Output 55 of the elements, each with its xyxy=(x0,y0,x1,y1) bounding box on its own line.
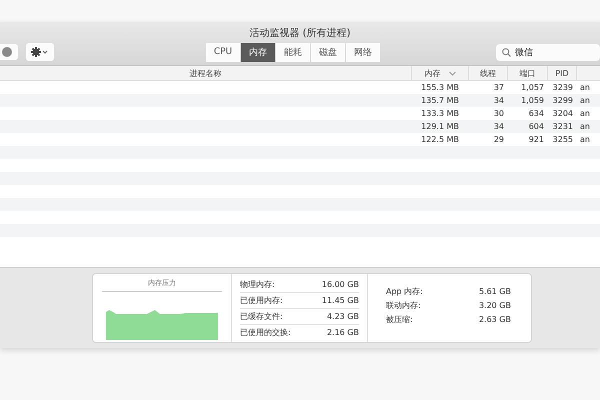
table-cell-text: 3239 xyxy=(552,83,574,92)
table-cell-text: 122.5 MB xyxy=(420,135,460,144)
stat-label: 联动内存: xyxy=(386,300,421,310)
table-cell-text: 34 xyxy=(492,122,505,131)
stat-value: 16.00 GB xyxy=(322,280,359,289)
table-cell-text: 3204 xyxy=(552,109,574,118)
table-cell-text: 133.3 MB xyxy=(420,109,460,118)
stat-label: 已缓存文件: xyxy=(240,311,283,322)
table-cell-text: 135.7 MB xyxy=(420,96,460,105)
column-header[interactable]: 线程 xyxy=(469,66,508,80)
table-cell-text: 155.3 MB xyxy=(420,83,460,92)
settings-button[interactable] xyxy=(26,43,54,61)
stop-button[interactable] xyxy=(0,44,18,60)
column-header[interactable]: 端口 xyxy=(508,66,548,80)
stat-value: 4.23 GB xyxy=(326,312,359,321)
table-cell-text: an xyxy=(579,122,591,131)
column-header[interactable]: 进程名称 xyxy=(0,66,412,80)
stat-label: 已使用的交换: xyxy=(240,327,291,338)
table-cell-text: 3299 xyxy=(552,96,574,105)
tab[interactable]: 网络 xyxy=(346,42,380,62)
table-cell-text: 34 xyxy=(492,96,505,105)
table-cell-text: 634 xyxy=(528,109,545,118)
gear-icon xyxy=(31,47,49,57)
search-field[interactable]: 微信 xyxy=(496,44,600,60)
table-cell-text: 604 xyxy=(528,122,545,131)
stat-value: 11.45 GB xyxy=(322,296,359,305)
table-cell-text: 3231 xyxy=(552,122,574,131)
table-cell-text: an xyxy=(579,135,591,144)
table-cell-text: 37 xyxy=(492,83,505,92)
stat-value: 3.20 GB xyxy=(478,300,511,310)
search-icon xyxy=(502,48,511,56)
stat-value: 5.61 GB xyxy=(478,286,511,296)
table-cell-text: 1,057 xyxy=(520,83,545,92)
table-cell-text: 30 xyxy=(492,109,505,118)
stat-label: 物理内存: xyxy=(240,279,275,290)
table-cell-text: 3255 xyxy=(552,135,574,144)
tab[interactable]: 能耗 xyxy=(276,42,310,62)
table-cell-text: 921 xyxy=(528,135,545,144)
stat-label: App 内存: xyxy=(386,286,423,296)
table-cell-text: an xyxy=(579,109,591,118)
tab[interactable]: CPU xyxy=(206,42,240,62)
table-cell-text: 129.1 MB xyxy=(420,122,460,131)
window-title: 活动监视器 (所有进程) xyxy=(248,26,352,40)
table-cell-text: an xyxy=(579,96,591,105)
stat-label: 被压缩: xyxy=(386,314,413,324)
column-header[interactable]: 内存 xyxy=(412,66,469,80)
stat-value: 2.63 GB xyxy=(478,314,511,324)
table-cell-text: 29 xyxy=(492,135,505,144)
stat-value: 2.16 GB xyxy=(326,328,359,337)
table-cell-text: an xyxy=(579,83,591,92)
stat-label: 已使用内存: xyxy=(240,295,283,306)
tab[interactable]: 内存 xyxy=(241,42,275,62)
table-cell-text: 1,059 xyxy=(520,96,545,105)
tab[interactable]: 磁盘 xyxy=(311,42,345,62)
column-header[interactable]: PID xyxy=(548,66,577,80)
